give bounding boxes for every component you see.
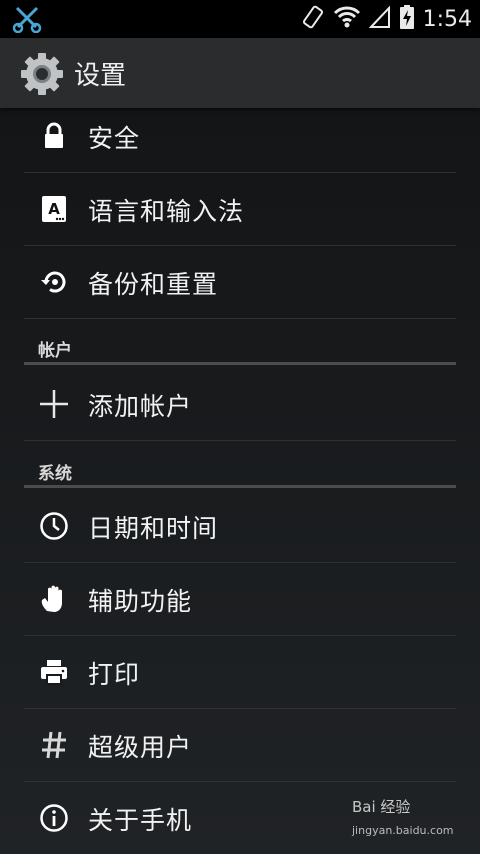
section-header-system: 系统 xyxy=(24,457,456,488)
settings-item-superuser[interactable]: 超级用户 xyxy=(24,709,456,782)
status-bar: 1:54 xyxy=(0,0,480,38)
action-bar: 设置 xyxy=(0,38,480,108)
hash-icon xyxy=(38,729,70,761)
info-icon xyxy=(38,802,70,834)
settings-item-label: 语言和输入法 xyxy=(88,197,245,226)
settings-item-language-input[interactable]: A 语言和输入法 xyxy=(24,173,456,246)
plus-icon xyxy=(38,388,70,420)
hand-icon xyxy=(38,583,70,615)
screen-rotation-icon xyxy=(301,4,325,34)
keyboard-a-icon: A xyxy=(38,193,70,225)
section-label: 帐户 xyxy=(38,341,72,361)
watermark-url: jingyan.baidu.com xyxy=(352,824,454,837)
settings-item-label: 安全 xyxy=(88,124,141,153)
status-time: 1:54 xyxy=(422,6,472,32)
wifi-icon xyxy=(333,5,361,33)
section-header-accounts: 帐户 xyxy=(24,334,456,365)
settings-item-label: 关于手机 xyxy=(88,806,193,835)
settings-item-label: 添加帐户 xyxy=(88,392,193,421)
watermark-brand: Bai 经验 xyxy=(352,798,411,816)
settings-item-label: 备份和重置 xyxy=(88,270,219,299)
battery-charging-icon xyxy=(399,4,415,34)
signal-icon xyxy=(368,5,391,33)
svg-text:A: A xyxy=(48,200,60,218)
settings-item-label: 超级用户 xyxy=(88,733,193,762)
lock-icon xyxy=(38,120,70,152)
section-label: 系统 xyxy=(38,464,72,484)
settings-item-date-time[interactable]: 日期和时间 xyxy=(24,490,456,563)
settings-item-label: 打印 xyxy=(88,660,141,689)
printer-icon xyxy=(38,656,70,688)
settings-item-label: 日期和时间 xyxy=(88,514,219,543)
backup-restore-icon xyxy=(38,266,70,298)
scissors-icon xyxy=(12,5,42,34)
settings-item-printing[interactable]: 打印 xyxy=(24,636,456,709)
settings-item-label: 辅助功能 xyxy=(88,587,193,616)
settings-item-accessibility[interactable]: 辅助功能 xyxy=(24,563,456,636)
clock-icon xyxy=(38,510,70,542)
settings-item-backup-reset[interactable]: 备份和重置 xyxy=(24,246,456,319)
settings-item-add-account[interactable]: 添加帐户 xyxy=(24,368,456,441)
settings-item-security[interactable]: 安全 xyxy=(24,100,456,173)
baidu-jingyan-watermark: Bai 经验 jingyan.baidu.com xyxy=(352,796,454,844)
settings-gear-icon[interactable] xyxy=(20,52,64,96)
page-title: 设置 xyxy=(74,61,127,91)
